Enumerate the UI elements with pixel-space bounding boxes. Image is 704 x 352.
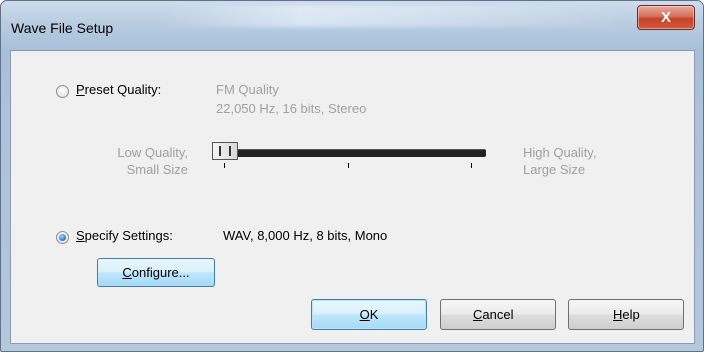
slider-high-label-line1: High Quality, [523,145,597,160]
slider-tick [348,163,349,168]
slider-low-label-line1: Low Quality, [117,145,188,160]
slider-tick [471,163,472,168]
help-button-label: Help [613,307,640,322]
slider-tick [224,163,225,168]
dialog-client-area: Preset Quality: FM Quality 22,050 Hz, 16… [10,50,695,344]
quality-slider-thumb[interactable] [212,142,238,160]
preset-quality-radio[interactable] [56,85,69,98]
quality-slider-track[interactable] [216,149,486,157]
configure-button[interactable]: Configure... [97,258,215,287]
close-icon: X [660,9,671,26]
specify-settings-radio[interactable] [56,231,69,244]
close-button[interactable]: X [637,5,695,30]
cancel-button-label: Cancel [473,307,514,322]
preset-quality-label[interactable]: Preset Quality: [76,82,161,97]
ok-button-label: OK [359,307,379,322]
specify-settings-value: WAV, 8,000 Hz, 8 bits, Mono [223,228,388,243]
preset-quality-name: FM Quality [216,82,279,97]
title-bar[interactable]: Wave File Setup X [1,1,703,51]
window-title: Wave File Setup [11,20,114,36]
slider-low-label-line2: Small Size [126,162,188,177]
configure-button-label: Configure... [122,265,190,280]
preset-quality-description: 22,050 Hz, 16 bits, Stereo [216,101,367,116]
slider-high-label-line2: Large Size [523,162,586,177]
help-button[interactable]: Help [568,299,684,330]
ok-button[interactable]: OK [311,299,427,330]
specify-settings-label[interactable]: Specify Settings: [76,228,173,243]
dialog-window: Wave File Setup X Preset Quality: FM Qua… [0,0,704,352]
background-blur [161,5,631,27]
cancel-button[interactable]: Cancel [440,299,556,330]
